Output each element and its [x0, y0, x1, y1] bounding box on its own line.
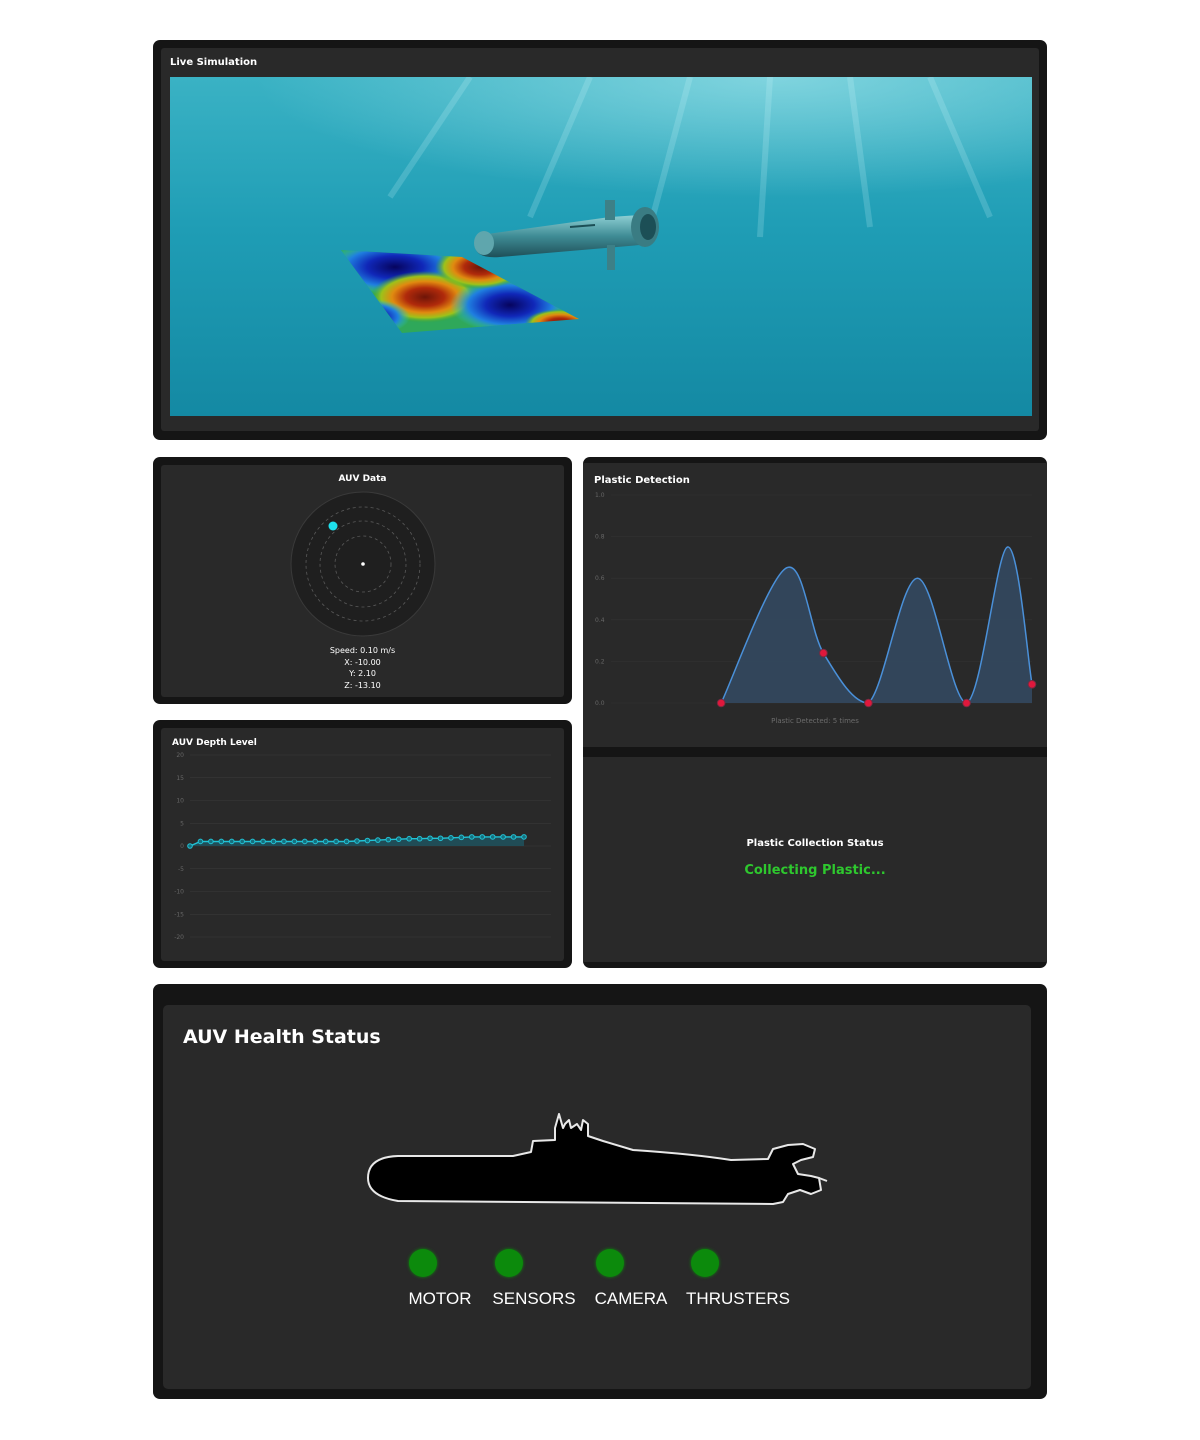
- radar-center-dot: [361, 562, 365, 566]
- thrusters-status-label: THRUSTERS: [686, 1289, 790, 1308]
- plastic-detection-marker: [864, 698, 873, 708]
- depth-point: [312, 838, 319, 845]
- depth-y-tick: -5: [178, 866, 184, 873]
- thrusters-status-light: [691, 1249, 719, 1277]
- depth-point: [510, 834, 517, 840]
- plastic-area: [721, 546, 1032, 703]
- simulation-viewport[interactable]: [170, 77, 1032, 416]
- plastic-y-tick: 0.8: [595, 534, 605, 541]
- depth-point: [239, 838, 245, 845]
- depth-point: [270, 838, 277, 845]
- depth-point: [448, 835, 454, 841]
- depth-point: [406, 835, 412, 842]
- depth-point: [208, 838, 214, 845]
- plastic-collection-card: [583, 757, 1047, 962]
- simulation-scene: [170, 77, 1032, 416]
- submarine-silhouette: [367, 1113, 828, 1205]
- plastic-detected-caption: Plastic Detected: 5 times: [771, 717, 859, 725]
- depth-point: [375, 837, 381, 843]
- depth-y-tick: -10: [174, 889, 184, 896]
- depth-point: [395, 836, 402, 842]
- camera-status-light: [596, 1249, 624, 1277]
- depth-point: [489, 834, 496, 840]
- sensors-status-light: [495, 1249, 523, 1277]
- depth-point: [427, 835, 433, 842]
- depth-point: [322, 838, 329, 845]
- auv-data-title: AUV Data: [338, 474, 387, 484]
- depth-point: [521, 834, 527, 840]
- depth-point: [218, 838, 225, 845]
- plastic-detection-marker: [1027, 679, 1037, 689]
- z-readout: Z: -13.10: [344, 680, 381, 690]
- collection-status-title: Plastic Collection Status: [746, 838, 884, 849]
- depth-panel: AUV Depth Level 20 15 10 5 0 -5 -10 -15 -20: [153, 720, 572, 968]
- depth-point: [416, 835, 423, 842]
- plastic-y-tick: 0.4: [595, 617, 605, 624]
- y-readout: Y: 2.10: [349, 669, 376, 678]
- depth-point: [197, 838, 204, 845]
- plastic-y-tick: 0.6: [595, 575, 605, 582]
- health-panel: AUV Health Status MOTOR SENSORS CAMERA T…: [153, 984, 1047, 1399]
- auv-position-dot: [328, 521, 338, 531]
- depth-y-tick: 10: [176, 798, 184, 805]
- depth-point: [260, 838, 266, 845]
- depth-point: [479, 834, 486, 840]
- depth-point: [343, 838, 350, 845]
- depth-y-tick: 0: [180, 843, 184, 850]
- speed-readout: Speed: 0.10 m/s: [329, 646, 396, 655]
- plastic-panel: Plastic Detection 1.0 0.8 0.6 0.4 0.2 0.0 Pla…: [583, 457, 1047, 968]
- depth-point: [291, 838, 298, 845]
- depth-point: [228, 838, 235, 845]
- depth-y-tick: -20: [174, 934, 184, 941]
- motor-status-light: [409, 1249, 437, 1277]
- depth-point: [333, 838, 339, 845]
- plastic-detection-chart: 1.0 0.8 0.6 0.4 0.2 0.0: [595, 492, 1037, 708]
- depth-y-tick: -15: [174, 911, 184, 918]
- depth-point: [364, 837, 371, 844]
- health-title: AUV Health Status: [183, 1026, 381, 1048]
- plastic-y-tick: 0.2: [595, 658, 605, 665]
- depth-point: [354, 838, 360, 844]
- depth-point: [500, 834, 506, 840]
- depth-point: [385, 836, 392, 843]
- depth-y-tick: 15: [176, 775, 184, 782]
- depth-point: [469, 834, 475, 840]
- live-simulation-title: Live Simulation: [170, 57, 258, 68]
- depth-point: [249, 838, 256, 845]
- live-simulation-panel: Live Simulation: [153, 40, 1047, 440]
- x-readout: X: -10.00: [344, 657, 381, 667]
- plastic-y-tick: 0.0: [595, 700, 605, 707]
- depth-point: [281, 838, 287, 845]
- auv-data-panel: AUV Data Speed: 0.10 m/s X: -10.00 Y: 2.…: [153, 457, 572, 704]
- depth-point: [302, 838, 308, 845]
- depth-chart: 20 15 10 5 0 -5 -10 -15 -20: [174, 752, 551, 941]
- depth-point: [187, 843, 193, 849]
- plastic-detection-marker: [819, 648, 828, 658]
- position-radar: [290, 491, 436, 637]
- plastic-detection-marker: [716, 698, 726, 708]
- depth-point: [458, 834, 465, 841]
- depth-y-tick: 5: [180, 820, 184, 827]
- plastic-detection-marker: [962, 698, 971, 708]
- plastic-y-tick: 1.0: [595, 492, 605, 499]
- collection-status-text: Collecting Plastic...: [744, 863, 886, 878]
- depth-y-tick: 20: [176, 752, 184, 759]
- depth-point: [437, 835, 444, 842]
